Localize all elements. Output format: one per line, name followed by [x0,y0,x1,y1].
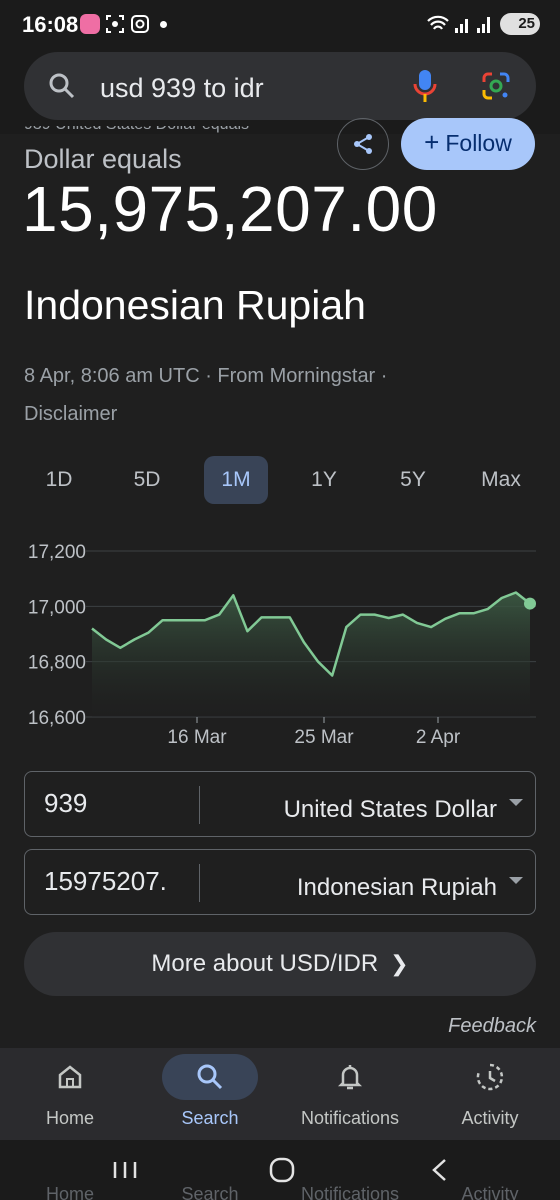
chevron-down-icon[interactable] [509,799,523,806]
search-input[interactable]: usd 939 to idr [24,52,536,120]
disclaimer-link[interactable]: Disclaimer [24,395,387,433]
search-icon [49,73,75,99]
nav-search[interactable]: Search [140,1048,280,1140]
converted-amount: 15,975,207.00 [22,173,438,245]
nav-notifications[interactable]: Notifications [280,1048,420,1140]
target-currency-name: Indonesian Rupiah [24,282,366,328]
from-currency-row: 939 United States Dollar [24,771,536,837]
chart-last-point [524,597,536,610]
tab-5d[interactable]: 5D [115,456,179,504]
search-icon [197,1064,223,1090]
to-currency-select[interactable]: Indonesian Rupiah [297,874,497,902]
timestamp-source: 8 Apr, 8:06 am UTC · From Morningstar · [24,365,388,387]
tab-1m[interactable]: 1M [204,456,268,504]
more-about-label: More about USD/IDR [151,950,379,977]
chart-range-tabs: 1D 5D 1M 1Y 5Y Max [0,456,560,504]
app-notification-icon [80,14,100,34]
home-icon [58,1065,82,1089]
divider [199,786,200,824]
instagram-icon [131,15,149,33]
conversion-label: Dollar equals [24,144,182,174]
wifi-icon [427,15,449,30]
share-icon [354,134,372,154]
from-currency-select[interactable]: United States Dollar [284,796,497,824]
screenshot-icon [106,15,124,33]
divider [199,864,200,902]
tab-1y[interactable]: 1Y [292,456,356,504]
microphone-icon[interactable] [413,68,437,104]
status-bar: 16:08 25 [0,0,560,50]
ghost-label: Search [181,1184,239,1200]
plus-icon: + [424,127,440,157]
more-notifications-dot [160,21,167,28]
nav-activity[interactable]: Activity [420,1048,560,1140]
clipped-heading: 939 United States Dollar equals [24,126,274,136]
signal-icon [455,19,468,33]
search-query: usd 939 to idr [100,73,264,103]
status-time: 16:08 [22,12,79,37]
tab-5y[interactable]: 5Y [381,456,445,504]
bell-icon [337,1065,363,1090]
to-amount-input[interactable]: 15975207. [44,866,167,897]
back-icon[interactable] [420,1150,460,1190]
to-currency-row: 15975207. Indonesian Rupiah [24,849,536,915]
chevron-down-icon[interactable] [509,877,523,884]
nav-label: Activity [461,1108,519,1128]
chart-area-fill [92,592,530,717]
source-meta: 8 Apr, 8:06 am UTC · From Morningstar · … [24,357,387,433]
chevron-right-icon: ❯ [390,951,409,976]
bottom-navigation: Home Search Notifications Activity [0,1048,560,1140]
tab-1d[interactable]: 1D [27,456,91,504]
tab-max[interactable]: Max [469,456,533,504]
y-tick-label: 17,200 [28,542,86,563]
follow-label: Follow [445,130,512,156]
y-tick-label: 17,000 [28,597,86,618]
y-tick-label: 16,800 [28,653,86,674]
share-button[interactable] [337,118,389,170]
follow-button[interactable]: + Follow [401,118,535,170]
feedback-link[interactable]: Feedback [448,1015,536,1038]
y-tick-label: 16,600 [28,708,86,729]
exchange-rate-chart[interactable]: 17,200 17,000 16,800 16,600 16 Mar 25 Mar 2 Ap… [0,530,560,760]
nav-label: Home [45,1108,94,1128]
x-tick-label: 25 Mar [294,727,354,748]
activity-icon [476,1063,504,1091]
signal-icon-2 [477,17,490,33]
system-navigation-bar: Home Search Notifications Activity [0,1140,560,1200]
google-lens-icon[interactable] [481,71,511,101]
x-tick-label: 16 Mar [167,727,227,748]
more-about-button[interactable]: More about USD/IDR ❯ [24,932,536,996]
x-tick-label: 2 Apr [416,727,461,748]
from-amount-input[interactable]: 939 [44,788,87,819]
nav-label: Notifications [300,1108,400,1128]
nav-home[interactable]: Home [0,1048,140,1140]
nav-label: Search [181,1108,239,1128]
recent-apps-icon[interactable] [105,1150,145,1190]
home-button-icon[interactable] [262,1150,302,1190]
battery-indicator: 25 [500,13,540,35]
